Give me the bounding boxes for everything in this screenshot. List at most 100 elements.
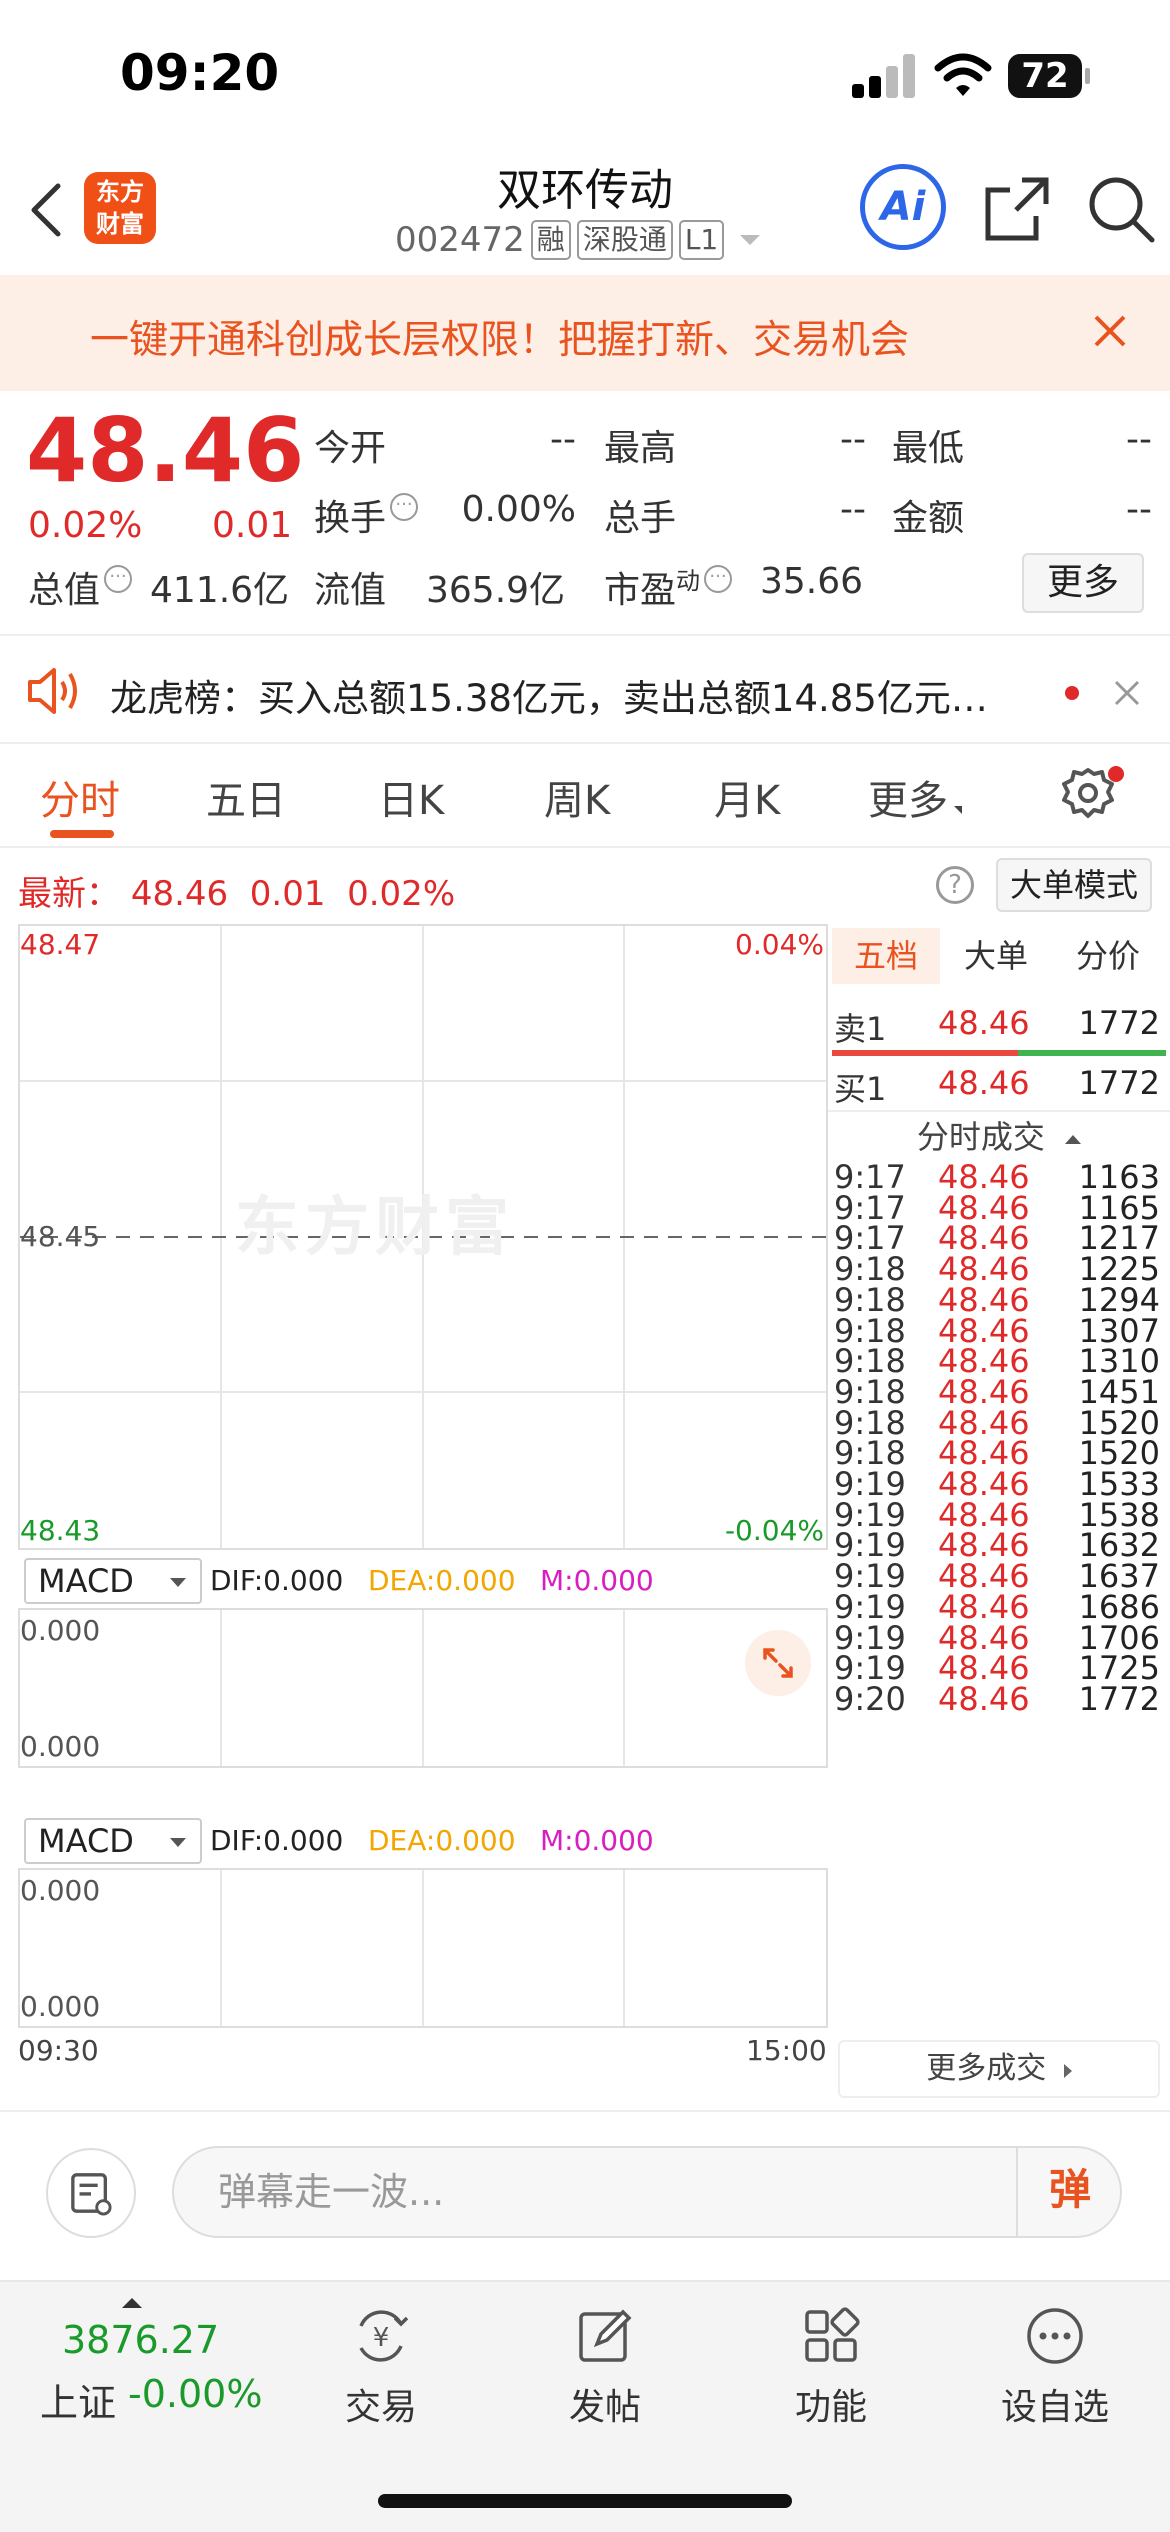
volume-value: -- — [840, 489, 866, 530]
order-book: 五档 大单 分价 卖1 48.46 1772 买1 48.46 1772 分时成… — [828, 920, 1170, 2120]
indicator-select[interactable]: MACD — [24, 1818, 202, 1864]
float-value: 365.9亿 — [426, 570, 566, 611]
close-icon[interactable] — [1112, 678, 1142, 708]
tab-price-dist[interactable]: 分价 — [1054, 928, 1162, 984]
y-axis-mid: 48.45 — [20, 1220, 101, 1253]
stock-meta[interactable]: 002472 融 深股通 L1 — [395, 220, 761, 260]
amount-label: 金额 — [892, 498, 965, 539]
mktcap-label[interactable]: 总值 ··· — [28, 561, 133, 613]
pe-value: 35.66 — [760, 561, 864, 602]
note-icon[interactable] — [46, 2148, 136, 2238]
volume-label: 总手 — [604, 498, 677, 539]
watermark: 东方财富 — [235, 1191, 515, 1265]
time-axis-end: 15:00 — [746, 2034, 827, 2067]
ticks-title[interactable]: 分时成交 — [828, 1112, 1170, 1158]
tab-monthly-k[interactable]: 月K — [714, 768, 780, 826]
status-bar: 09:20 72 — [0, 0, 1170, 150]
help-icon[interactable]: ? — [936, 866, 974, 904]
tab-more[interactable]: 更多 — [868, 768, 962, 826]
info-icon[interactable]: ··· — [104, 565, 133, 593]
nav-watchlist[interactable]: 设自选 — [980, 2304, 1130, 2430]
buy-ratio-bar — [1018, 1050, 1166, 1056]
dif-value: DIF:0.000 — [210, 1564, 344, 1597]
latest-summary: 最新： 48.46 0.01 0.02% — [18, 874, 456, 914]
chart-tabs: 分时 五日 日K 周K 月K 更多 — [0, 744, 1170, 848]
sell-ratio-bar — [832, 1050, 1018, 1056]
indicator-grid-2 — [220, 1870, 625, 2026]
ai-button[interactable]: Ai — [860, 164, 946, 250]
change-amount: 0.01 — [212, 505, 293, 546]
promo-banner[interactable]: 一键开通科创成长层权限！把握打新、交易机会 — [0, 275, 1170, 391]
time-axis-start: 09:30 — [18, 2034, 99, 2067]
chevron-down-icon — [740, 235, 761, 245]
tab-weekly-k[interactable]: 周K — [544, 768, 610, 826]
connect-tag: 深股通 — [576, 220, 673, 260]
quote-panel: 48.46 0.02% 0.01 今开 -- 最高 -- 最低 -- 换手 ···… — [0, 391, 1170, 634]
amount-value: -- — [1126, 489, 1152, 530]
edit-icon — [579, 2309, 632, 2362]
dragon-tiger-bar[interactable]: 龙虎榜：买入总额15.38亿元，卖出总额14.85亿元… — [0, 634, 1170, 744]
margin-tag: 融 — [530, 220, 571, 260]
battery-icon: 72 — [1008, 54, 1090, 98]
indicator-bottom-value: 0.000 — [20, 1730, 101, 1763]
indicator-bottom-value: 0.000 — [20, 1990, 101, 2023]
stock-header: 东方 财富 双环传动 002472 融 深股通 L1 Ai — [0, 150, 1170, 275]
tab-underline — [50, 830, 114, 838]
nav-post[interactable]: 发帖 — [530, 2304, 680, 2430]
expand-icon[interactable] — [745, 1630, 811, 1696]
caret-up-icon — [1065, 1134, 1082, 1144]
intraday-chart[interactable]: 东方财富 48.47 48.45 48.43 0.04% -0.04% MACD… — [0, 920, 828, 2120]
last-price: 48.46 — [26, 399, 305, 502]
indicator-bar-2: MACD DIF:0.000 DEA:0.000 M:0.000 — [18, 1810, 828, 1868]
trade-icon: ¥ — [359, 2310, 409, 2362]
indicator-top-value: 0.000 — [20, 1614, 101, 1647]
high-value: -- — [840, 419, 866, 460]
low-label: 最低 — [892, 428, 965, 469]
share-icon[interactable] — [982, 174, 1052, 244]
index-change: -0.00% — [128, 2372, 263, 2416]
index-value: 3876.27 — [62, 2318, 220, 2362]
tab-intraday[interactable]: 分时 — [40, 768, 120, 826]
price-chart-box[interactable]: 东方财富 48.47 48.45 48.43 0.04% -0.04% — [18, 924, 828, 1550]
open-value: -- — [550, 419, 576, 460]
home-indicator[interactable] — [378, 2494, 792, 2508]
tab-five-day[interactable]: 五日 — [206, 768, 286, 826]
mktcap-value: 411.6亿 — [150, 570, 290, 611]
indicator-chart-1[interactable]: 0.000 0.000 — [18, 1608, 828, 1768]
more-dots-icon — [1027, 2308, 1083, 2364]
indicator-select[interactable]: MACD — [24, 1558, 202, 1604]
unread-dot — [1065, 686, 1079, 700]
caret-up-icon — [122, 2298, 142, 2308]
big-order-mode-button[interactable]: 大单模式 — [996, 858, 1152, 912]
nav-functions[interactable]: 功能 — [756, 2304, 906, 2430]
pct-axis-bottom: -0.04% — [724, 1514, 824, 1547]
tab-five-levels[interactable]: 五档 — [832, 928, 940, 984]
dif-value: DIF:0.000 — [210, 1824, 344, 1857]
danmu-button[interactable]: 弹 — [1016, 2146, 1122, 2238]
info-icon[interactable]: ··· — [704, 565, 733, 593]
stock-code: 002472 — [395, 220, 525, 260]
more-button[interactable]: 更多 — [1022, 553, 1144, 613]
chevron-right-icon — [1063, 2064, 1072, 2078]
more-deals-button[interactable]: 更多成交 — [838, 2040, 1160, 2098]
dea-value: DEA:0.000 — [368, 1824, 516, 1857]
notification-dot — [1108, 766, 1124, 782]
speaker-icon — [28, 668, 77, 714]
pe-label[interactable]: 市盈动 ··· — [604, 561, 733, 613]
open-label: 今开 — [314, 428, 387, 469]
indicator-chart-2[interactable]: 0.000 0.000 — [18, 1868, 828, 2028]
close-icon[interactable] — [1090, 311, 1130, 351]
search-icon[interactable] — [1084, 172, 1156, 244]
grid-icon — [805, 2307, 860, 2362]
tab-big-orders[interactable]: 大单 — [942, 928, 1050, 984]
status-time: 09:20 — [120, 44, 280, 102]
comment-bar: 弹幕走一波... 弹 — [0, 2110, 1170, 2280]
turnover-label[interactable]: 换手 ··· — [314, 489, 419, 541]
indicator-grid-1 — [220, 1610, 625, 1766]
danmu-input[interactable]: 弹幕走一波... — [172, 2146, 1122, 2238]
dea-value: DEA:0.000 — [368, 1564, 516, 1597]
wifi-icon — [934, 53, 992, 96]
tab-daily-k[interactable]: 日K — [378, 768, 444, 826]
nav-trade[interactable]: ¥ 交易 — [306, 2304, 456, 2430]
info-icon[interactable]: ··· — [390, 493, 419, 521]
